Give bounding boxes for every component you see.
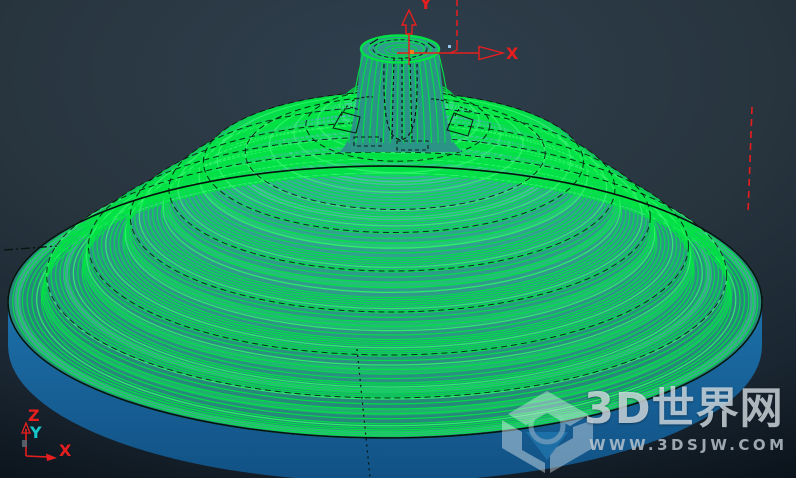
x-axis-arrowhead [478, 45, 506, 61]
y-axis-arrowhead [400, 8, 418, 35]
cad-viewport[interactable]: X Y Z Y X 3D世界网 WWW.3DSJW.COM [0, 0, 796, 478]
wcs-y-label: Y [419, 0, 432, 13]
triad-x-label: X [59, 441, 72, 460]
rapid-move-line [747, 106, 753, 215]
triad-y-label: Y [29, 423, 42, 442]
wcs-x-label: X [506, 44, 519, 63]
origin-marker [410, 50, 414, 54]
toolpath-scene: X Y Z Y X [3, 0, 763, 478]
